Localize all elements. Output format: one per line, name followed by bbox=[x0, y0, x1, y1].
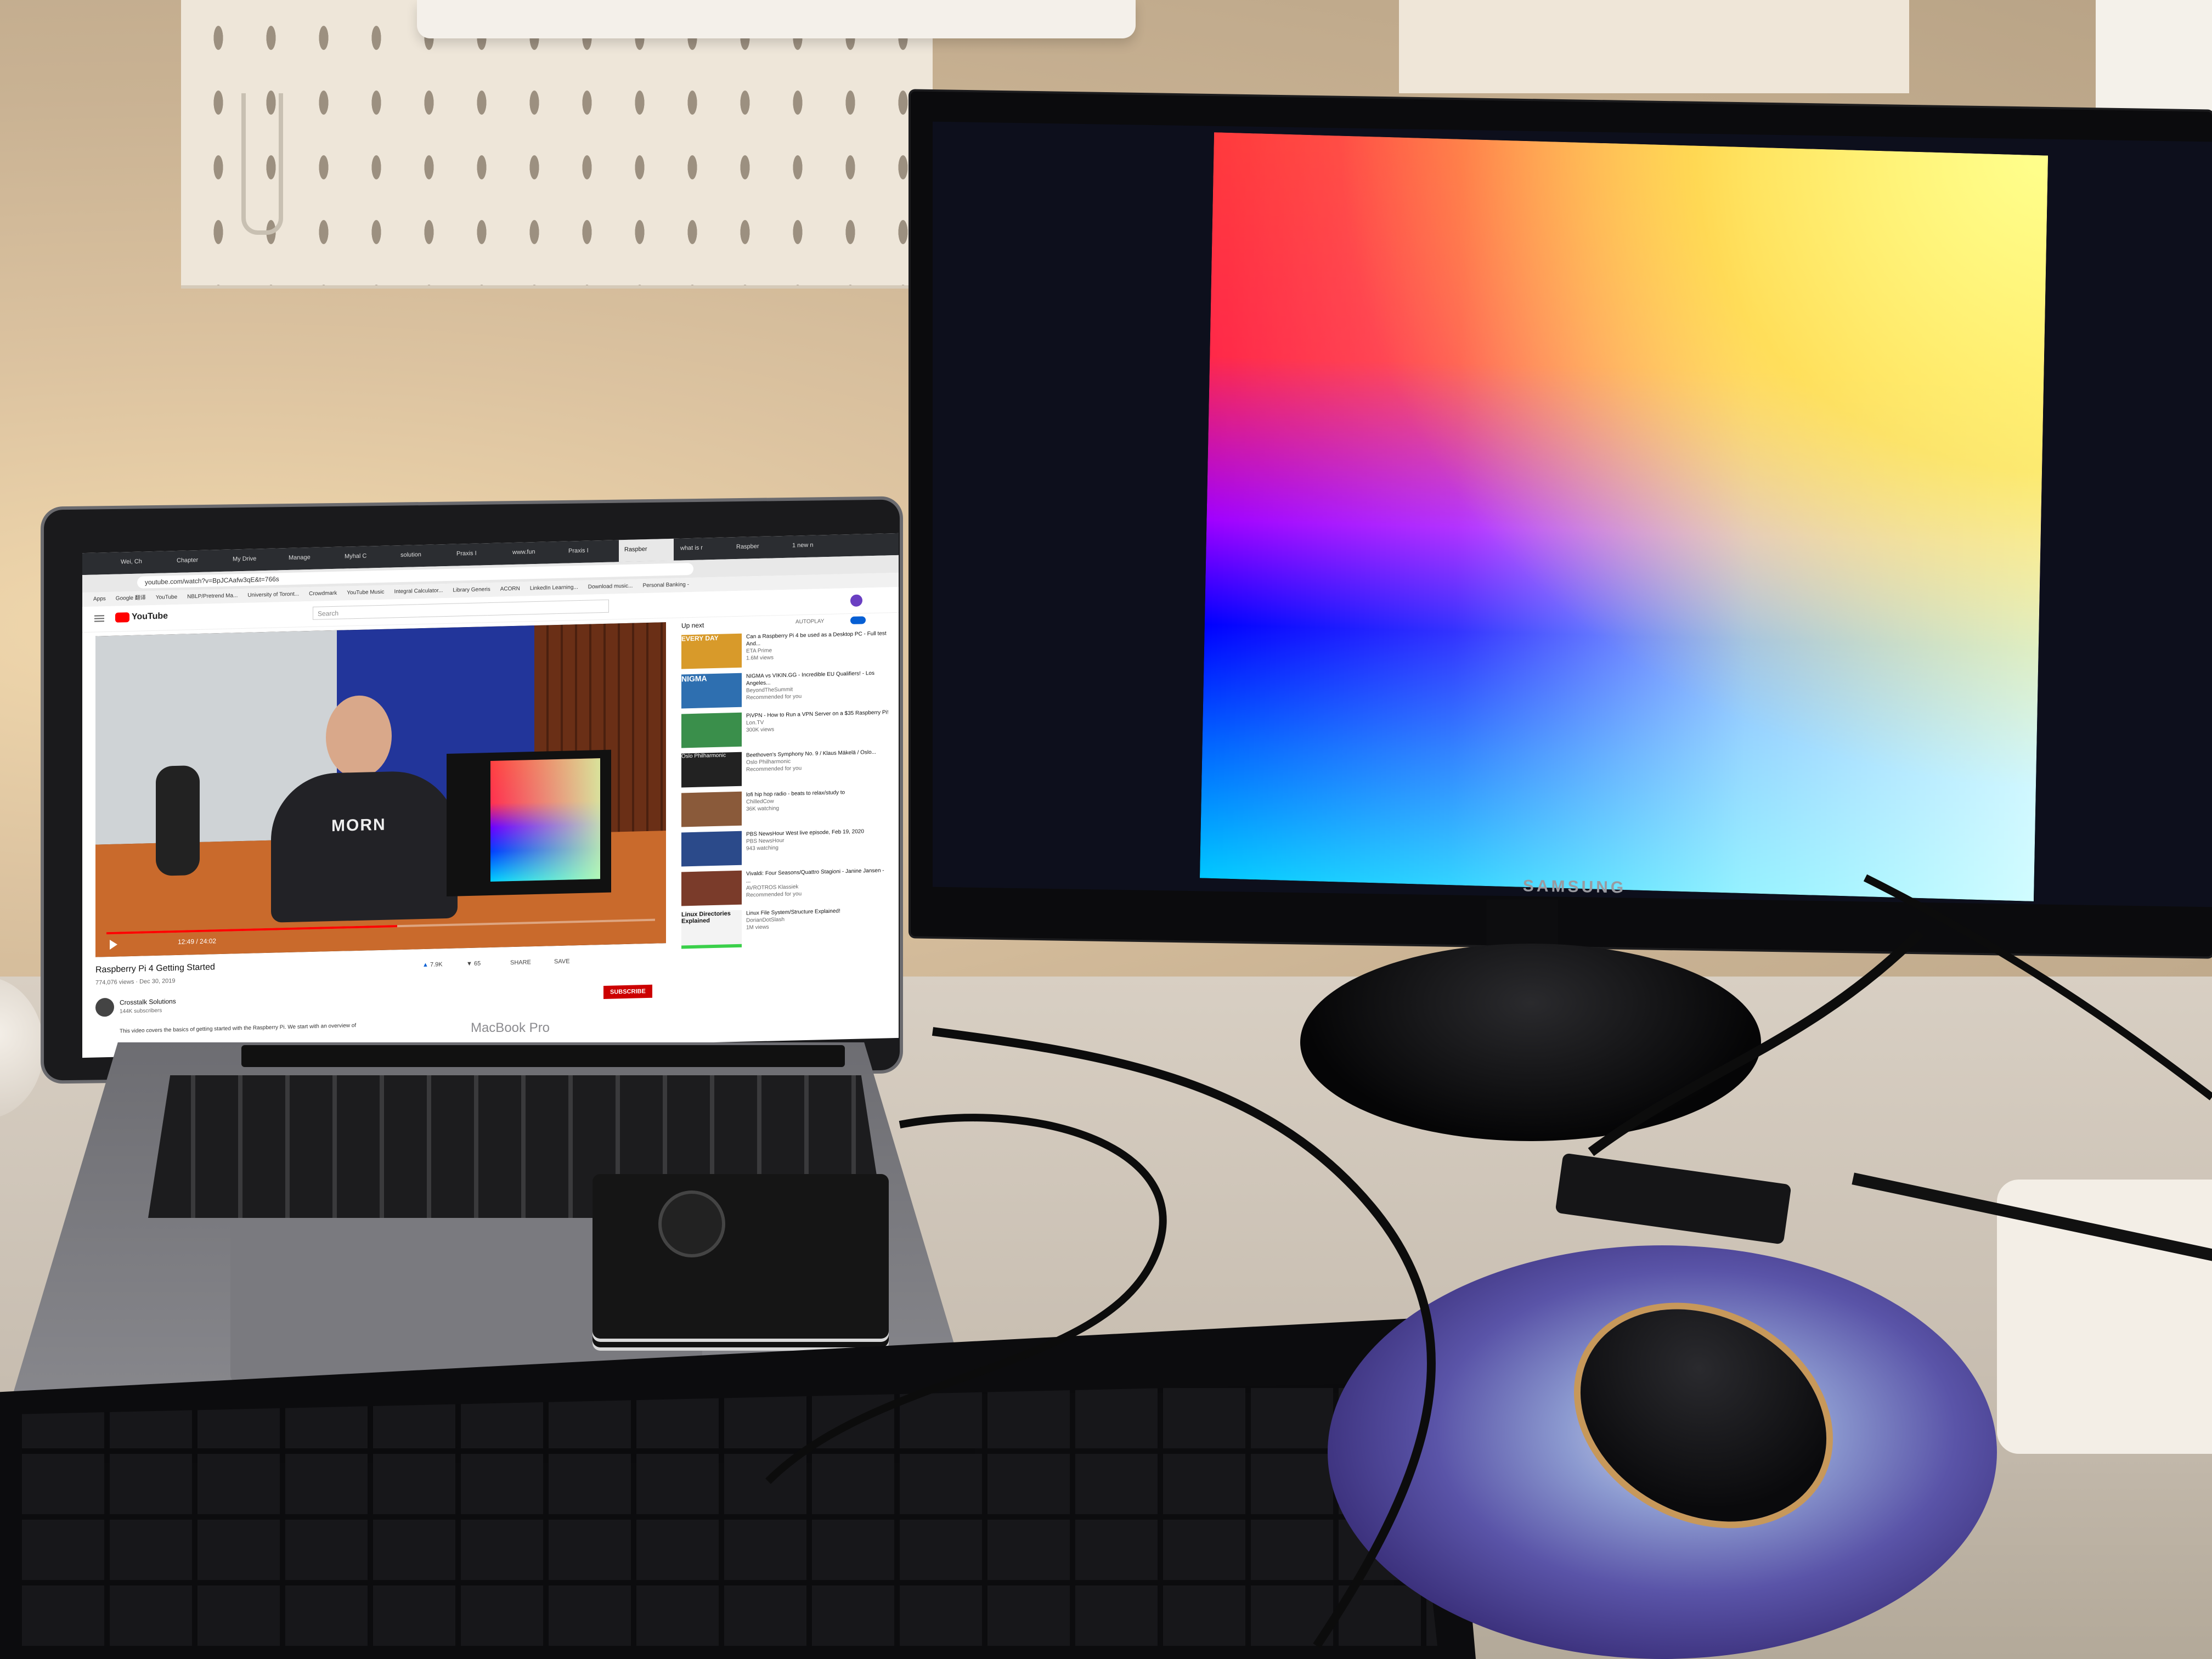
cables bbox=[765, 874, 2212, 1649]
desk-photo: SAMSUNG Wei, Ch Chapter My Drive Manage … bbox=[0, 0, 2212, 1659]
cable bbox=[1863, 874, 2212, 1101]
cable bbox=[765, 1114, 1167, 1484]
cable bbox=[1588, 929, 1924, 1156]
cable bbox=[932, 1027, 1436, 1649]
